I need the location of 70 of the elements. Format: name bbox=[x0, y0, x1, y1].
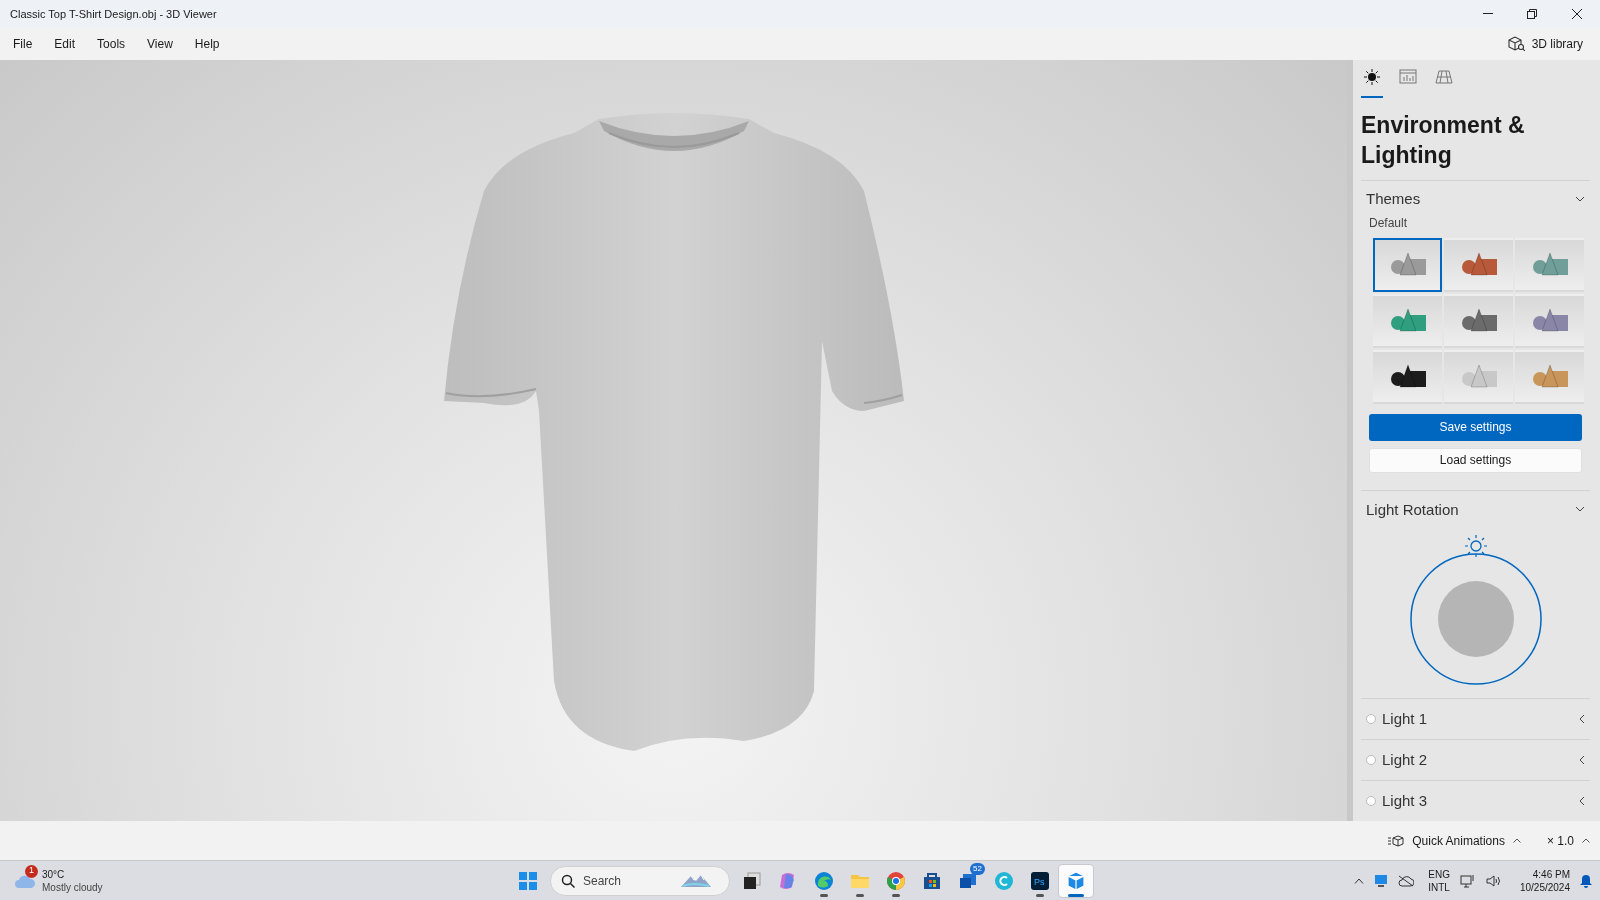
load-settings-button[interactable]: Load settings bbox=[1369, 447, 1582, 474]
notification-badge: 1 bbox=[25, 864, 38, 878]
running-indicator bbox=[856, 893, 864, 897]
menu-item[interactable]: View bbox=[136, 30, 184, 58]
language-indicator[interactable]: ENG INTL bbox=[1428, 867, 1450, 894]
mountain-icon bbox=[681, 872, 711, 889]
chevron-up-icon bbox=[1512, 838, 1521, 843]
chevron-left-icon bbox=[1579, 796, 1585, 806]
running-indicator bbox=[892, 893, 900, 897]
panel-title: Environment & Lighting bbox=[1361, 110, 1526, 170]
light-rotation-section-header[interactable]: Light Rotation bbox=[1361, 491, 1590, 529]
theme-thumbnail[interactable] bbox=[1515, 237, 1584, 292]
chevron-up-icon bbox=[1582, 838, 1590, 843]
panel-tab[interactable] bbox=[1361, 68, 1383, 98]
cloud-off-icon[interactable] bbox=[1398, 874, 1415, 887]
theme-thumbnail[interactable] bbox=[1373, 237, 1442, 292]
notification-badge: 52 bbox=[970, 862, 985, 875]
3d-library-button[interactable]: 3D library bbox=[1503, 31, 1587, 57]
theme-thumbnail[interactable] bbox=[1373, 349, 1442, 404]
theme-thumbnail[interactable] bbox=[1444, 237, 1513, 292]
weather-condition: Mostly cloudy bbox=[42, 880, 103, 894]
cube-search-icon bbox=[1507, 36, 1526, 52]
restore-icon bbox=[1527, 9, 1537, 19]
sun-icon bbox=[1363, 68, 1381, 85]
running-indicator bbox=[1036, 893, 1044, 897]
task-view-icon bbox=[742, 870, 762, 891]
menu-item[interactable]: Help bbox=[183, 30, 231, 58]
menu-item[interactable]: Edit bbox=[43, 30, 87, 58]
speaker-icon[interactable] bbox=[1485, 873, 1502, 888]
search-input[interactable]: Search bbox=[583, 871, 673, 890]
search-field[interactable]: Search bbox=[550, 865, 730, 896]
chevron-left-icon bbox=[1579, 714, 1585, 724]
clock[interactable]: 4:46 PM 10/25/2024 bbox=[1519, 867, 1570, 894]
theme-thumbnail[interactable] bbox=[1515, 293, 1584, 348]
speed-button[interactable]: × 1.0 bbox=[1546, 831, 1590, 850]
theme-thumbnail[interactable] bbox=[1373, 293, 1442, 348]
chevron-up-icon[interactable] bbox=[1354, 877, 1365, 884]
quick-animations-button[interactable]: Quick Animations bbox=[1388, 831, 1521, 850]
chart-window-icon bbox=[1399, 68, 1417, 85]
temperature: 30°C bbox=[42, 867, 66, 881]
minimize-icon bbox=[1483, 13, 1493, 15]
theme-thumbnail[interactable] bbox=[1515, 349, 1584, 404]
running-indicator bbox=[820, 893, 828, 897]
sun-icon[interactable] bbox=[1464, 534, 1487, 557]
monitor-icon[interactable] bbox=[1374, 873, 1389, 888]
running-indicator bbox=[1068, 893, 1084, 897]
menu-item[interactable]: Tools bbox=[86, 30, 137, 58]
chevron-left-icon bbox=[1579, 755, 1585, 765]
taskbar-app[interactable]: 52 bbox=[950, 863, 986, 898]
theme-thumbnail[interactable] bbox=[1444, 349, 1513, 404]
cube-icon bbox=[1066, 870, 1086, 891]
bell-icon[interactable] bbox=[1580, 873, 1592, 888]
animated-cube-icon bbox=[1388, 834, 1405, 847]
chevron-down-icon bbox=[1575, 506, 1585, 514]
window-title: Classic Top T-Shirt Design.obj - 3D Viewer bbox=[10, 6, 218, 22]
save-settings-button[interactable]: Save settings bbox=[1369, 413, 1582, 441]
menu-item[interactable]: File bbox=[2, 30, 44, 58]
photoshop-icon: Ps bbox=[1030, 870, 1050, 891]
grid-icon bbox=[1435, 68, 1453, 85]
close-icon bbox=[1572, 9, 1582, 19]
chevron-down-icon bbox=[1575, 195, 1585, 203]
network-icon[interactable] bbox=[1459, 873, 1476, 888]
taskbar-app[interactable]: Ps bbox=[1022, 863, 1058, 898]
taskbar-app[interactable] bbox=[1058, 863, 1094, 898]
weather-widget[interactable]: 1 30°C Mostly cloudy bbox=[14, 862, 154, 899]
light-row[interactable]: Light 2 bbox=[1361, 739, 1590, 780]
light-row[interactable]: Light 1 bbox=[1361, 698, 1590, 739]
theme-thumbnail[interactable] bbox=[1444, 293, 1513, 348]
windows-logo-icon bbox=[518, 870, 538, 891]
search-icon bbox=[561, 873, 575, 888]
